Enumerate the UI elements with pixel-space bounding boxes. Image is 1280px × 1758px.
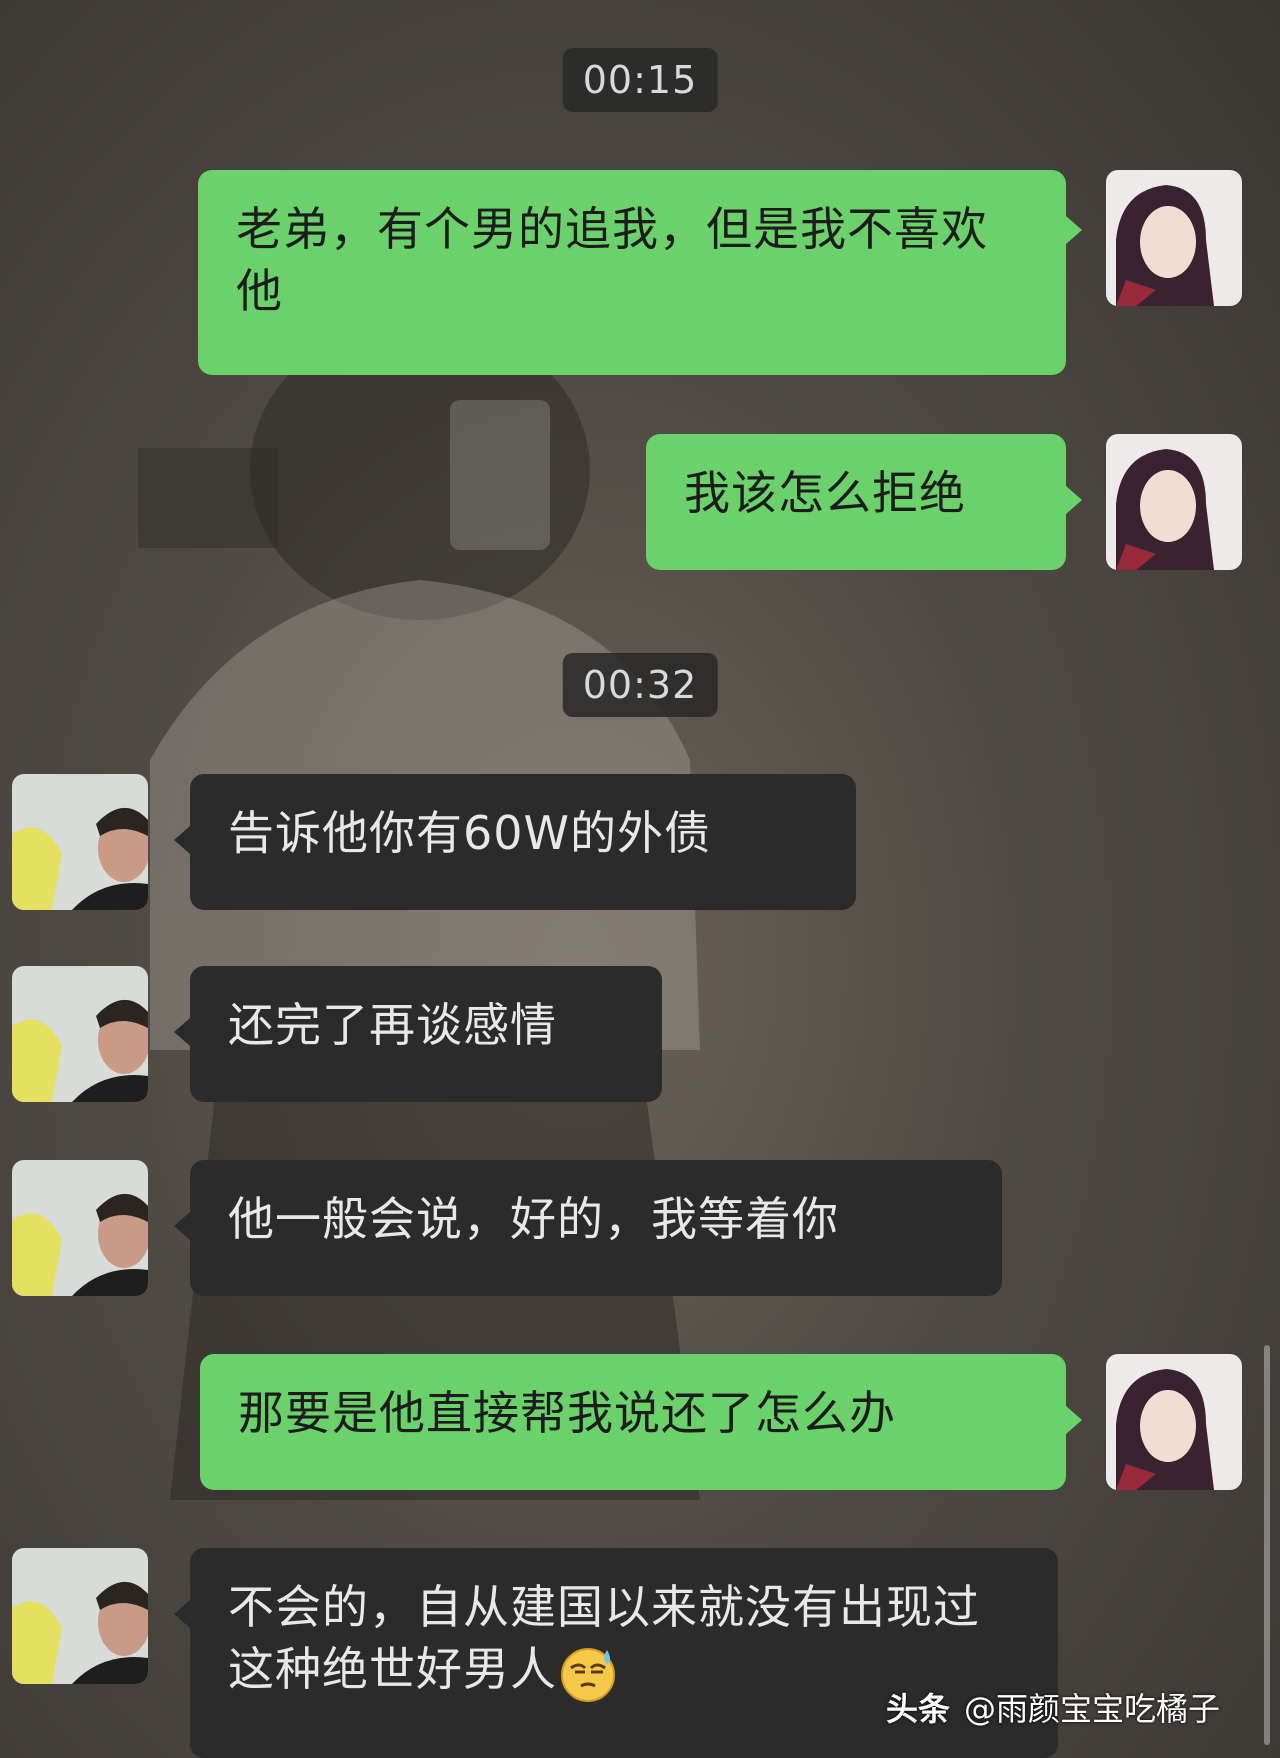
man-avatar-icon [12, 774, 148, 910]
man-avatar[interactable] [12, 774, 148, 910]
man-avatar[interactable] [12, 1160, 148, 1296]
man-avatar[interactable] [12, 966, 148, 1102]
bubble-tail [1066, 216, 1082, 244]
woman-avatar-icon [1106, 1354, 1242, 1490]
bubble-tail [1066, 486, 1082, 514]
timestamp: 00:15 [562, 48, 718, 112]
watermark: 头条 @雨颜宝宝吃橘子 [886, 1684, 1220, 1730]
message-bubble-incoming[interactable]: 还完了再谈感情 [190, 966, 662, 1102]
chat-conversation: 00:15 老弟，有个男的追我，但是我不喜欢他 我该怎么拒绝 00:32 告诉他… [0, 0, 1280, 1758]
message-bubble-incoming[interactable]: 告诉他你有60W的外债 [190, 774, 856, 910]
bubble-tail [174, 1212, 190, 1240]
bubble-tail [174, 1600, 190, 1628]
timestamp: 00:32 [562, 653, 718, 717]
woman-avatar-icon [1106, 434, 1242, 570]
scrollbar[interactable] [1264, 1345, 1270, 1745]
woman-avatar[interactable] [1106, 434, 1242, 570]
bubble-tail [174, 1018, 190, 1046]
man-avatar[interactable] [12, 1548, 148, 1684]
woman-avatar[interactable] [1106, 1354, 1242, 1490]
watermark-brand: 头条 [885, 1690, 950, 1728]
man-avatar-icon [12, 1160, 148, 1296]
message-bubble-outgoing[interactable]: 老弟，有个男的追我，但是我不喜欢他 [198, 170, 1066, 375]
bubble-tail [1066, 1406, 1082, 1434]
bubble-tail [174, 826, 190, 854]
woman-avatar[interactable] [1106, 170, 1242, 306]
watermark-handle: @雨颜宝宝吃橘子 [963, 1690, 1220, 1728]
message-bubble-incoming[interactable]: 他一般会说，好的，我等着你 [190, 1160, 1002, 1296]
woman-avatar-icon [1106, 170, 1242, 306]
man-avatar-icon [12, 966, 148, 1102]
message-bubble-outgoing[interactable]: 我该怎么拒绝 [646, 434, 1066, 570]
message-bubble-outgoing[interactable]: 那要是他直接帮我说还了怎么办 [200, 1354, 1066, 1490]
man-avatar-icon [12, 1548, 148, 1684]
sweat-smile-emoji-icon [557, 1642, 619, 1704]
